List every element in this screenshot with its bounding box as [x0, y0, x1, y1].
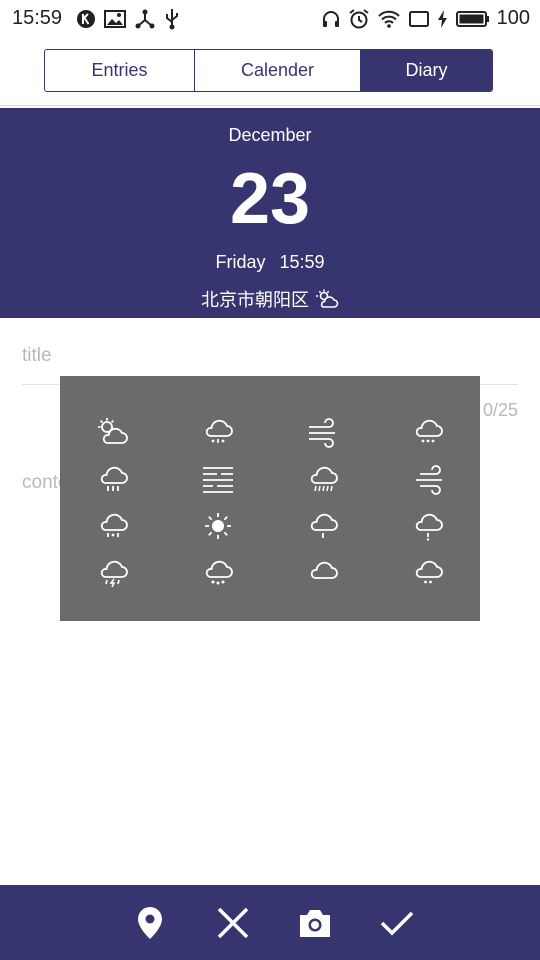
wind-icon[interactable]	[375, 455, 480, 502]
alarm-icon	[348, 8, 370, 30]
weekday-label: Friday	[215, 252, 266, 272]
location-pin-icon[interactable]	[130, 903, 170, 943]
weather-picker	[60, 376, 480, 621]
title-char-counter: 0/25	[482, 400, 518, 420]
date-header: December 23 Friday 15:59 北京市朝阳区	[0, 108, 540, 318]
location-row[interactable]: 北京市朝阳区	[0, 286, 540, 312]
snow-cloud-icon[interactable]	[375, 408, 480, 455]
charging-icon	[437, 9, 449, 29]
k-badge-icon	[76, 9, 96, 29]
sun-icon[interactable]	[165, 502, 270, 549]
drizzle-icon[interactable]	[375, 502, 480, 549]
share-hub-icon	[134, 9, 156, 29]
screen-icon	[408, 9, 430, 29]
status-bar: 15:59 100	[0, 0, 540, 38]
heavy-rain-icon[interactable]	[270, 455, 375, 502]
cloud-icon[interactable]	[270, 549, 375, 596]
wind-icon[interactable]	[270, 408, 375, 455]
fog-icon[interactable]	[165, 455, 270, 502]
usb-icon	[164, 8, 180, 30]
tab-calender[interactable]: Calender	[194, 50, 360, 91]
sleet-icon[interactable]	[165, 408, 270, 455]
month-label: December	[228, 125, 312, 145]
partly-cloudy-icon[interactable]	[60, 408, 165, 455]
check-icon[interactable]	[377, 903, 417, 943]
divider	[0, 105, 540, 106]
status-time: 15:59	[12, 7, 63, 29]
location-label: 北京市朝阳区	[201, 290, 309, 310]
light-rain-icon[interactable]	[270, 502, 375, 549]
day-number: 23	[229, 159, 311, 239]
time-label: 15:59	[279, 252, 325, 272]
tab-diary[interactable]: Diary	[360, 50, 492, 91]
title-input[interactable]: title	[22, 345, 52, 367]
sprinkle-icon[interactable]	[375, 549, 480, 596]
headphones-icon	[321, 9, 341, 29]
battery-level: 100	[496, 7, 530, 29]
wifi-icon	[377, 9, 401, 29]
weekday-time: Friday 15:59	[0, 252, 540, 273]
tab-entries[interactable]: Entries	[45, 50, 194, 91]
rain-icon[interactable]	[60, 455, 165, 502]
partly-cloudy-icon[interactable]	[315, 288, 339, 310]
showers-icon[interactable]	[60, 502, 165, 549]
close-icon[interactable]	[213, 903, 253, 943]
view-tabs: Entries Calender Diary	[44, 49, 493, 92]
battery-icon	[455, 9, 490, 29]
bottom-action-bar	[0, 885, 540, 960]
snow-icon[interactable]	[165, 549, 270, 596]
image-icon	[104, 9, 126, 29]
thunder-rain-icon[interactable]	[60, 549, 165, 596]
camera-icon[interactable]	[295, 903, 335, 943]
